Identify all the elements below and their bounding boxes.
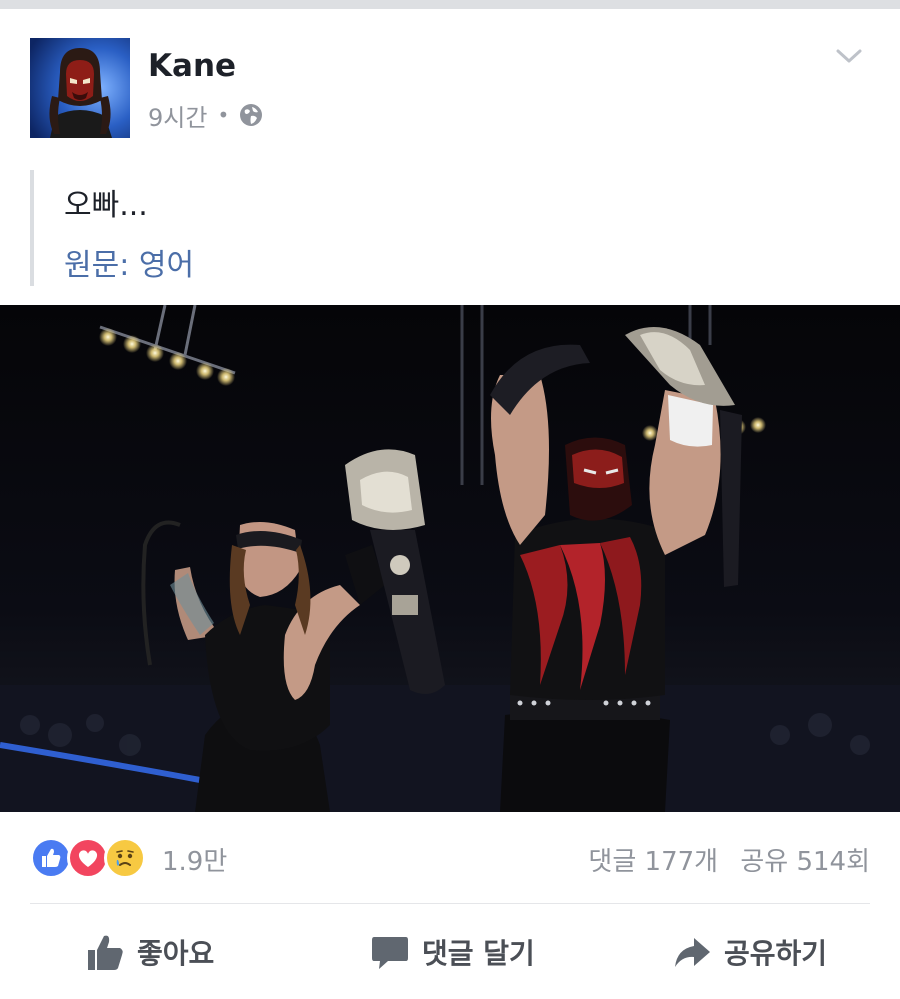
- avatar-image: [30, 38, 130, 138]
- wrestlers-photo: [0, 305, 900, 812]
- love-icon: [67, 837, 109, 879]
- comment-button-label: 댓글 달기: [422, 937, 535, 970]
- sad-icon: [104, 837, 146, 879]
- post-body: 오빠... 원문: 영어: [30, 170, 870, 286]
- like-button[interactable]: 좋아요: [85, 920, 214, 984]
- top-separator: [0, 0, 900, 9]
- post-timestamp[interactable]: 9시간: [148, 98, 207, 133]
- post-message: 오빠...: [64, 188, 148, 223]
- avatar[interactable]: [30, 38, 130, 138]
- globe-icon: [239, 103, 263, 127]
- actions-divider: [30, 903, 870, 904]
- chevron-down-icon: [836, 49, 862, 63]
- comment-count[interactable]: 댓글 177개: [588, 847, 718, 877]
- meta-separator: •: [217, 103, 230, 127]
- like-button-label: 좋아요: [137, 937, 215, 970]
- share-button[interactable]: 공유하기: [672, 920, 827, 984]
- engagement-counts: 댓글 177개 공유 514회: [588, 841, 870, 878]
- post-meta: 9시간 •: [148, 98, 263, 133]
- post-header: Kane 9시간 •: [30, 38, 870, 138]
- comment-button[interactable]: 댓글 달기: [370, 920, 535, 984]
- reaction-icons: [30, 837, 154, 879]
- like-icon: [30, 837, 72, 879]
- post-options-button[interactable]: [834, 44, 864, 68]
- share-count[interactable]: 공유 514회: [740, 847, 870, 877]
- share-arrow-icon: [675, 938, 710, 967]
- reactions-summary[interactable]: 1.9만 댓글 177개 공유 514회: [30, 835, 870, 881]
- reaction-count[interactable]: 1.9만: [162, 841, 227, 878]
- post-action-bar: 좋아요 댓글 달기 공유하기: [0, 920, 900, 984]
- see-original-link[interactable]: 원문: 영어: [64, 240, 194, 284]
- share-button-label: 공유하기: [724, 937, 828, 970]
- comment-icon: [372, 937, 408, 969]
- thumbs-up-icon: [88, 935, 123, 970]
- author-name[interactable]: Kane: [148, 48, 236, 84]
- post-photo[interactable]: [0, 305, 900, 812]
